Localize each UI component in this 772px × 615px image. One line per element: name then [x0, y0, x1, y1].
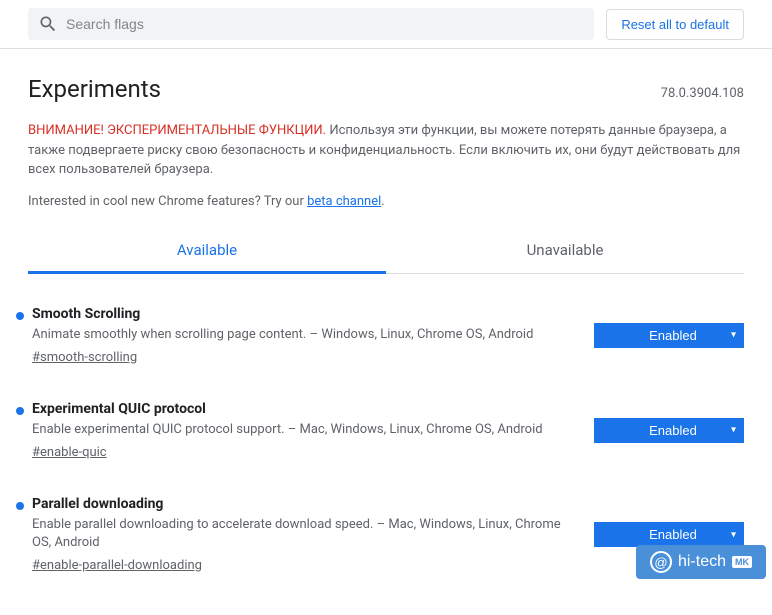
beta-channel-link[interactable]: beta channel: [307, 194, 381, 209]
experiment-row: Smooth Scrolling Animate smoothly when s…: [28, 288, 744, 383]
version-text: 78.0.3904.108: [661, 86, 744, 101]
experiment-desc: Enable experimental QUIC protocol suppor…: [32, 421, 574, 439]
watermark-badge: MK: [732, 556, 752, 568]
select-wrap: Enabled: [594, 418, 744, 443]
main-content: Experiments 78.0.3904.108 ВНИМАНИЕ! ЭКСП…: [0, 49, 772, 615]
changed-indicator-icon: [16, 312, 24, 320]
experiment-state-select[interactable]: Enabled: [594, 323, 744, 348]
promo-text: Interested in cool new Chrome features? …: [28, 194, 744, 209]
promo-suffix: .: [381, 194, 384, 209]
experiment-hash-link[interactable]: #enable-parallel-downloading: [32, 558, 202, 573]
experiment-title: Experimental QUIC protocol: [32, 401, 574, 417]
at-icon: @: [650, 551, 672, 573]
tab-unavailable[interactable]: Unavailable: [386, 229, 744, 273]
select-wrap: Enabled: [594, 323, 744, 348]
experiment-title: Smooth Scrolling: [32, 306, 574, 322]
warning-text: ВНИМАНИЕ! ЭКСПЕРИМЕНТАЛЬНЫЕ ФУНКЦИИ. Исп…: [28, 121, 744, 180]
changed-indicator-icon: [16, 502, 24, 510]
watermark: @ hi-tech MK: [636, 545, 766, 579]
experiment-body: Experimental QUIC protocol Enable experi…: [32, 401, 586, 460]
page-title: Experiments: [28, 75, 161, 103]
experiment-desc: Animate smoothly when scrolling page con…: [32, 326, 574, 344]
title-row: Experiments 78.0.3904.108: [28, 75, 744, 103]
reset-all-button[interactable]: Reset all to default: [606, 9, 744, 40]
experiment-row: Experimental QUIC protocol Enable experi…: [28, 383, 744, 478]
search-container[interactable]: [28, 8, 594, 40]
search-input[interactable]: [66, 16, 584, 32]
watermark-text: hi-tech: [678, 553, 726, 571]
experiment-body: Smooth Scrolling Animate smoothly when s…: [32, 306, 586, 365]
promo-prefix: Interested in cool new Chrome features? …: [28, 194, 307, 209]
experiment-body: Parallel downloading Enable parallel dow…: [32, 496, 586, 573]
experiment-state-select[interactable]: Enabled: [594, 522, 744, 547]
experiment-state-select[interactable]: Enabled: [594, 418, 744, 443]
select-wrap: Enabled: [594, 522, 744, 547]
warning-title: ВНИМАНИЕ! ЭКСПЕРИМЕНТАЛЬНЫЕ ФУНКЦИИ.: [28, 123, 326, 138]
search-icon: [38, 14, 58, 34]
experiment-hash-link[interactable]: #enable-quic: [32, 445, 107, 460]
tabs: Available Unavailable: [28, 229, 744, 274]
header-bar: Reset all to default: [0, 0, 772, 49]
changed-indicator-icon: [16, 407, 24, 415]
experiment-title: Parallel downloading: [32, 496, 574, 512]
tab-available[interactable]: Available: [28, 229, 386, 273]
experiment-hash-link[interactable]: #smooth-scrolling: [32, 350, 137, 365]
experiment-desc: Enable parallel downloading to accelerat…: [32, 516, 574, 552]
